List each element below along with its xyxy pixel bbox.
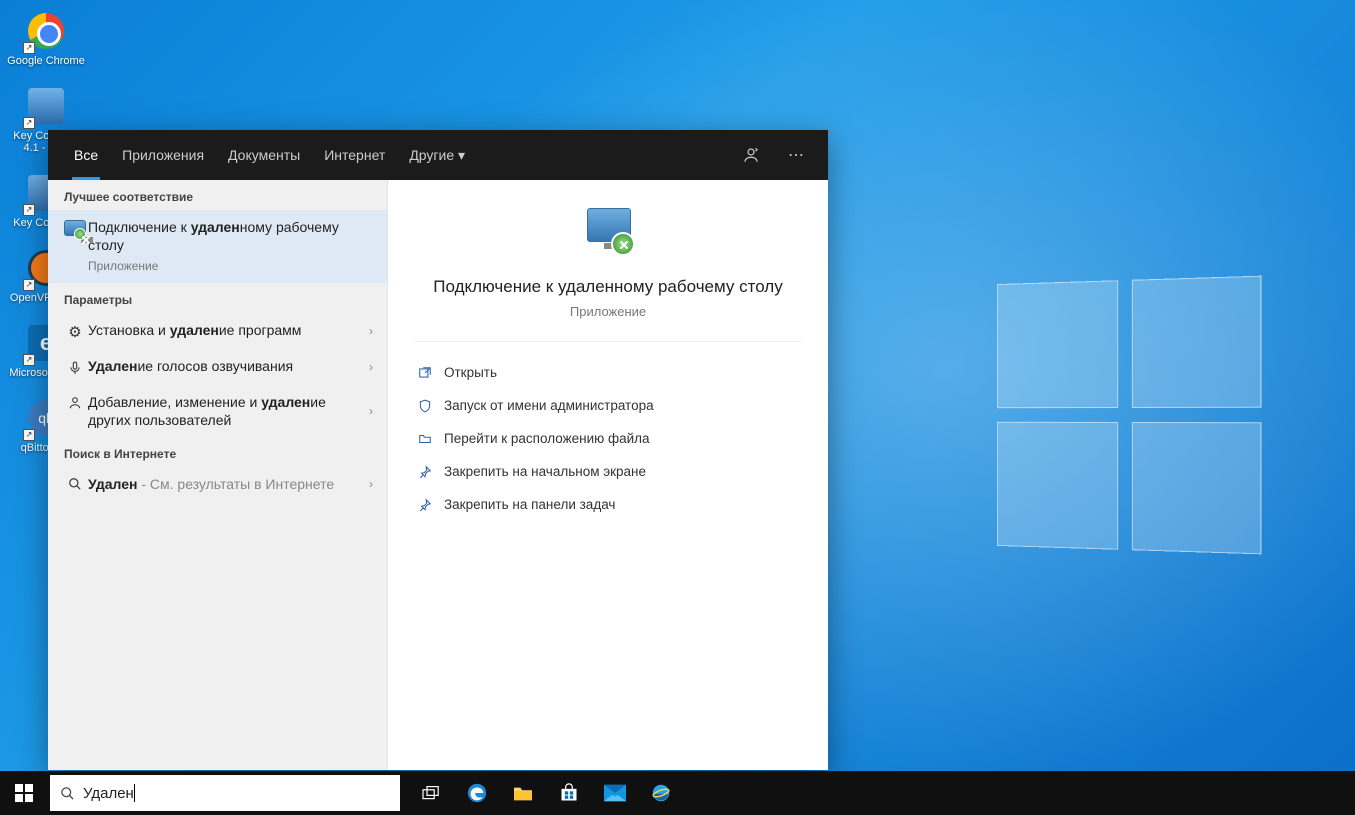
result-remove-voices[interactable]: Удаление голосов озвучивания › — [48, 349, 387, 385]
preview-subtitle: Приложение — [414, 304, 802, 319]
desktop-icon-label: Google Chrome — [7, 55, 85, 67]
pin-icon — [418, 465, 444, 479]
start-button[interactable] — [0, 771, 48, 815]
search-icon — [62, 475, 88, 491]
action-label: Запуск от имени администратора — [444, 398, 654, 413]
best-match-header: Лучшее соответствие — [48, 180, 387, 210]
tab-apps[interactable]: Приложения — [110, 130, 216, 180]
microphone-icon — [62, 357, 88, 377]
chevron-right-icon: › — [369, 360, 373, 374]
taskbar-ie[interactable] — [638, 771, 684, 815]
search-input-value: Удален — [83, 785, 134, 802]
taskbar-search-box[interactable]: Удален — [50, 775, 400, 811]
taskbar-explorer[interactable] — [500, 771, 546, 815]
search-icon — [60, 786, 75, 801]
chevron-right-icon: › — [369, 477, 373, 491]
windows-wallpaper-logo — [997, 276, 1261, 555]
action-pin-start[interactable]: Закрепить на начальном экране — [414, 455, 802, 488]
search-tabs: Все Приложения Документы Интернет Другие… — [48, 130, 828, 180]
open-icon — [418, 366, 444, 380]
action-pin-taskbar[interactable]: Закрепить на панели задач — [414, 488, 802, 521]
result-uninstall-programs[interactable]: ⚙ Установка и удаление программ › — [48, 313, 387, 349]
taskbar: Удален — [0, 771, 1355, 815]
search-preview-right: Подключение к удаленному рабочему столу … — [388, 180, 828, 770]
shield-icon — [418, 399, 444, 413]
preview-title: Подключение к удаленному рабочему столу — [414, 276, 802, 298]
result-remove-users[interactable]: Добавление, изменение и удаление других … — [48, 385, 387, 437]
preview-app-icon — [573, 204, 643, 264]
gear-icon: ⚙ — [62, 321, 88, 341]
task-view-button[interactable] — [408, 771, 454, 815]
desktop-icon-chrome[interactable]: ↗ Google Chrome — [6, 10, 86, 67]
pin-icon — [418, 498, 444, 512]
action-label: Закрепить на начальном экране — [444, 464, 646, 479]
chevron-down-icon: ▾ — [458, 147, 465, 164]
desktop: ↗ Google Chrome ↗ Key Collector 4.1 - Te… — [0, 0, 1355, 815]
start-search-panel: Все Приложения Документы Интернет Другие… — [48, 130, 828, 770]
folder-icon — [418, 432, 444, 446]
tab-internet[interactable]: Интернет — [312, 130, 397, 180]
feedback-icon[interactable] — [742, 146, 778, 164]
tab-docs[interactable]: Документы — [216, 130, 312, 180]
tab-other[interactable]: Другие ▾ — [397, 130, 477, 180]
tab-other-label: Другие — [409, 147, 454, 163]
result-web-search[interactable]: Удален - См. результаты в Интернете › — [48, 467, 387, 501]
search-results-left: Лучшее соответствие Подключение к удален… — [48, 180, 388, 770]
action-label: Перейти к расположению файла — [444, 431, 650, 446]
result-remote-desktop[interactable]: Подключение к удаленному рабочему столу … — [48, 210, 387, 283]
person-icon — [62, 393, 88, 411]
chevron-right-icon: › — [369, 404, 373, 418]
action-label: Закрепить на панели задач — [444, 497, 615, 512]
web-search-header: Поиск в Интернете — [48, 437, 387, 467]
action-label: Открыть — [444, 365, 497, 380]
result-text: Подключение к удаленному рабочему столу — [88, 219, 339, 253]
params-header: Параметры — [48, 283, 387, 313]
action-run-admin[interactable]: Запуск от имени администратора — [414, 389, 802, 422]
chevron-right-icon: › — [369, 324, 373, 338]
action-open[interactable]: Открыть — [414, 356, 802, 389]
more-icon[interactable]: ⋯ — [778, 145, 814, 165]
remote-desktop-icon — [62, 218, 88, 240]
tab-all[interactable]: Все — [62, 130, 110, 180]
windows-logo-icon — [15, 784, 33, 802]
result-subtext: Приложение — [88, 257, 365, 275]
action-open-location[interactable]: Перейти к расположению файла — [414, 422, 802, 455]
taskbar-store[interactable] — [546, 771, 592, 815]
taskbar-edge[interactable] — [454, 771, 500, 815]
taskbar-mail[interactable] — [592, 771, 638, 815]
